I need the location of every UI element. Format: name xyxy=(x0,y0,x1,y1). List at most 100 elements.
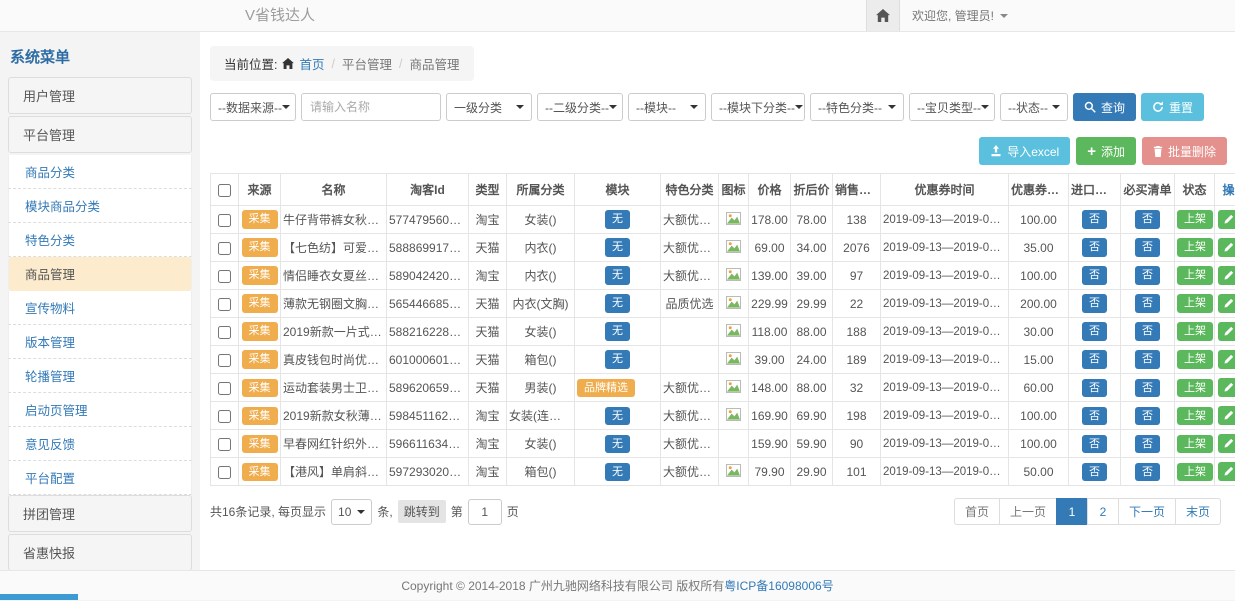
must-buy-toggle[interactable]: 否 xyxy=(1135,435,1160,453)
page-button-首页[interactable]: 首页 xyxy=(954,498,1000,525)
must-buy-toggle[interactable]: 否 xyxy=(1135,463,1160,481)
page-size-select[interactable]: 10 xyxy=(331,499,372,525)
sidebar-item-11[interactable]: 平台配置 xyxy=(8,461,192,495)
row-checkbox[interactable] xyxy=(218,326,231,339)
page-button-下一页[interactable]: 下一页 xyxy=(1118,498,1176,525)
edit-button[interactable] xyxy=(1218,294,1235,313)
must-buy-toggle[interactable]: 否 xyxy=(1135,210,1160,228)
status-toggle[interactable]: 上架 xyxy=(1177,210,1213,228)
row-checkbox[interactable] xyxy=(218,410,231,423)
sidebar-item-1[interactable]: 平台管理 xyxy=(8,116,192,153)
import-select-toggle[interactable]: 否 xyxy=(1082,266,1107,284)
edit-button[interactable] xyxy=(1218,462,1235,481)
select-all-checkbox[interactable] xyxy=(218,184,231,197)
row-checkbox[interactable] xyxy=(218,242,231,255)
row-checkbox-cell[interactable] xyxy=(211,430,239,458)
import-select-toggle[interactable]: 否 xyxy=(1082,294,1107,312)
filter-select-module[interactable]: --模块-- xyxy=(628,93,706,121)
sidebar-item-3[interactable]: 模块商品分类 xyxy=(8,189,192,223)
filter-select-module-subcategory[interactable]: --模块下分类-- xyxy=(711,93,805,121)
edit-button[interactable] xyxy=(1218,350,1235,369)
status-toggle[interactable]: 上架 xyxy=(1177,379,1213,397)
sidebar-item-7[interactable]: 版本管理 xyxy=(8,325,192,359)
search-button[interactable]: 查询 xyxy=(1073,93,1136,121)
edit-button[interactable] xyxy=(1218,266,1235,285)
user-menu[interactable]: 欢迎您, 管理员! xyxy=(900,0,1020,31)
must-buy-toggle[interactable]: 否 xyxy=(1135,266,1160,284)
sidebar-item-9[interactable]: 启动页管理 xyxy=(8,393,192,427)
edit-button[interactable] xyxy=(1218,406,1235,425)
row-checkbox[interactable] xyxy=(218,382,231,395)
row-checkbox-cell[interactable] xyxy=(211,318,239,346)
reset-button[interactable]: 重置 xyxy=(1141,93,1204,121)
row-checkbox[interactable] xyxy=(218,298,231,311)
status-toggle[interactable]: 上架 xyxy=(1177,407,1213,425)
sidebar-item-8[interactable]: 轮播管理 xyxy=(8,359,192,393)
row-checkbox-cell[interactable] xyxy=(211,346,239,374)
sidebar-item-10[interactable]: 意见反馈 xyxy=(8,427,192,461)
page-button-上一页[interactable]: 上一页 xyxy=(999,498,1057,525)
filter-select-data-source[interactable]: --数据来源-- xyxy=(210,93,296,121)
breadcrumb-home-link[interactable]: 首页 xyxy=(299,54,324,73)
sidebar-item-13[interactable]: 省惠快报 xyxy=(8,534,192,570)
import-select-toggle[interactable]: 否 xyxy=(1082,463,1107,481)
status-toggle[interactable]: 上架 xyxy=(1177,266,1213,284)
add-button[interactable]: + 添加 xyxy=(1076,137,1136,165)
row-checkbox-cell[interactable] xyxy=(211,402,239,430)
batch-delete-button[interactable]: 批量删除 xyxy=(1142,137,1227,165)
jump-page-input[interactable] xyxy=(468,499,502,525)
must-buy-toggle[interactable]: 否 xyxy=(1135,379,1160,397)
status-toggle[interactable]: 上架 xyxy=(1177,435,1213,453)
row-checkbox[interactable] xyxy=(218,466,231,479)
filter-select-status[interactable]: --状态-- xyxy=(1000,93,1068,121)
home-button[interactable] xyxy=(866,0,900,31)
filter-select-level1-category[interactable]: 一级分类 xyxy=(446,93,532,121)
import-select-toggle[interactable]: 否 xyxy=(1082,379,1107,397)
row-checkbox-cell[interactable] xyxy=(211,290,239,318)
page-button-末页[interactable]: 末页 xyxy=(1175,498,1221,525)
import-select-toggle[interactable]: 否 xyxy=(1082,322,1107,340)
status-toggle[interactable]: 上架 xyxy=(1177,463,1213,481)
filter-name-input[interactable] xyxy=(301,93,441,121)
edit-button[interactable] xyxy=(1218,210,1235,229)
row-checkbox-cell[interactable] xyxy=(211,234,239,262)
must-buy-toggle[interactable]: 否 xyxy=(1135,294,1160,312)
row-checkbox-cell[interactable] xyxy=(211,374,239,402)
status-toggle[interactable]: 上架 xyxy=(1177,238,1213,256)
row-checkbox[interactable] xyxy=(218,438,231,451)
import-excel-button[interactable]: 导入excel xyxy=(979,137,1070,165)
sidebar-item-2[interactable]: 商品分类 xyxy=(8,155,192,189)
sidebar-item-0[interactable]: 用户管理 xyxy=(8,77,192,114)
must-buy-toggle[interactable]: 否 xyxy=(1135,350,1160,368)
status-toggle[interactable]: 上架 xyxy=(1177,294,1213,312)
must-buy-toggle[interactable]: 否 xyxy=(1135,322,1160,340)
row-checkbox[interactable] xyxy=(218,354,231,367)
row-checkbox[interactable] xyxy=(218,214,231,227)
row-checkbox[interactable] xyxy=(218,270,231,283)
row-checkbox-cell[interactable] xyxy=(211,458,239,486)
edit-button[interactable] xyxy=(1218,434,1235,453)
filter-select-level2-category[interactable]: --二级分类-- xyxy=(537,93,623,121)
column-header[interactable]: 操作 xyxy=(1215,174,1235,206)
filter-select-special-category[interactable]: --特色分类-- xyxy=(810,93,904,121)
status-toggle[interactable]: 上架 xyxy=(1177,322,1213,340)
must-buy-toggle[interactable]: 否 xyxy=(1135,238,1160,256)
sidebar-item-6[interactable]: 宣传物料 xyxy=(8,291,192,325)
edit-button[interactable] xyxy=(1218,378,1235,397)
row-checkbox-cell[interactable] xyxy=(211,262,239,290)
status-toggle[interactable]: 上架 xyxy=(1177,350,1213,368)
sidebar-item-12[interactable]: 拼团管理 xyxy=(8,495,192,532)
must-buy-toggle[interactable]: 否 xyxy=(1135,407,1160,425)
import-select-toggle[interactable]: 否 xyxy=(1082,238,1107,256)
import-select-toggle[interactable]: 否 xyxy=(1082,407,1107,425)
sidebar-item-4[interactable]: 特色分类 xyxy=(8,223,192,257)
jump-to-label[interactable]: 跳转到 xyxy=(398,500,446,523)
edit-button[interactable] xyxy=(1218,322,1235,341)
page-button-1[interactable]: 1 xyxy=(1056,498,1088,525)
icp-link[interactable]: 粤ICP备16098006号 xyxy=(724,579,833,593)
row-checkbox-cell[interactable] xyxy=(211,206,239,234)
import-select-toggle[interactable]: 否 xyxy=(1082,435,1107,453)
edit-button[interactable] xyxy=(1218,238,1235,257)
filter-select-item-type[interactable]: --宝贝类型-- xyxy=(909,93,995,121)
import-select-toggle[interactable]: 否 xyxy=(1082,210,1107,228)
